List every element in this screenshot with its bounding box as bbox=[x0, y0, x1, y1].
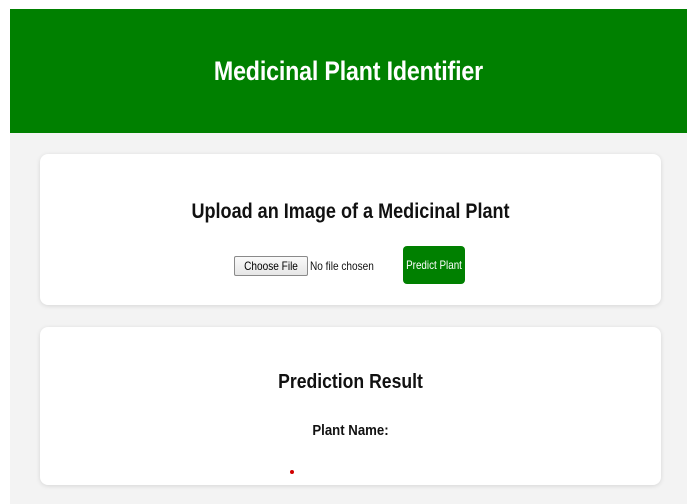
plant-name-label: Plant Name: bbox=[312, 422, 389, 439]
choose-file-button[interactable]: Choose File bbox=[234, 256, 309, 276]
predict-plant-button[interactable]: Predict Plant bbox=[403, 246, 465, 284]
predict-button-label: Predict Plant bbox=[406, 258, 462, 272]
app-page: Medicinal Plant Identifier Upload an Ima… bbox=[10, 9, 687, 504]
result-card: Prediction Result Plant Name: bbox=[40, 327, 661, 485]
upload-title: Upload an Image of a Medicinal Plant bbox=[191, 200, 510, 223]
upload-card: Upload an Image of a Medicinal Plant Cho… bbox=[40, 154, 661, 305]
file-input-group: Choose File No file chosen bbox=[234, 256, 386, 276]
choose-file-label: Choose File bbox=[244, 259, 298, 273]
app-header: Medicinal Plant Identifier bbox=[10, 9, 687, 133]
app-title: Medicinal Plant Identifier bbox=[213, 55, 484, 86]
result-title: Prediction Result bbox=[278, 371, 423, 393]
plant-name-value bbox=[290, 470, 294, 474]
file-status: No file chosen bbox=[310, 259, 374, 273]
